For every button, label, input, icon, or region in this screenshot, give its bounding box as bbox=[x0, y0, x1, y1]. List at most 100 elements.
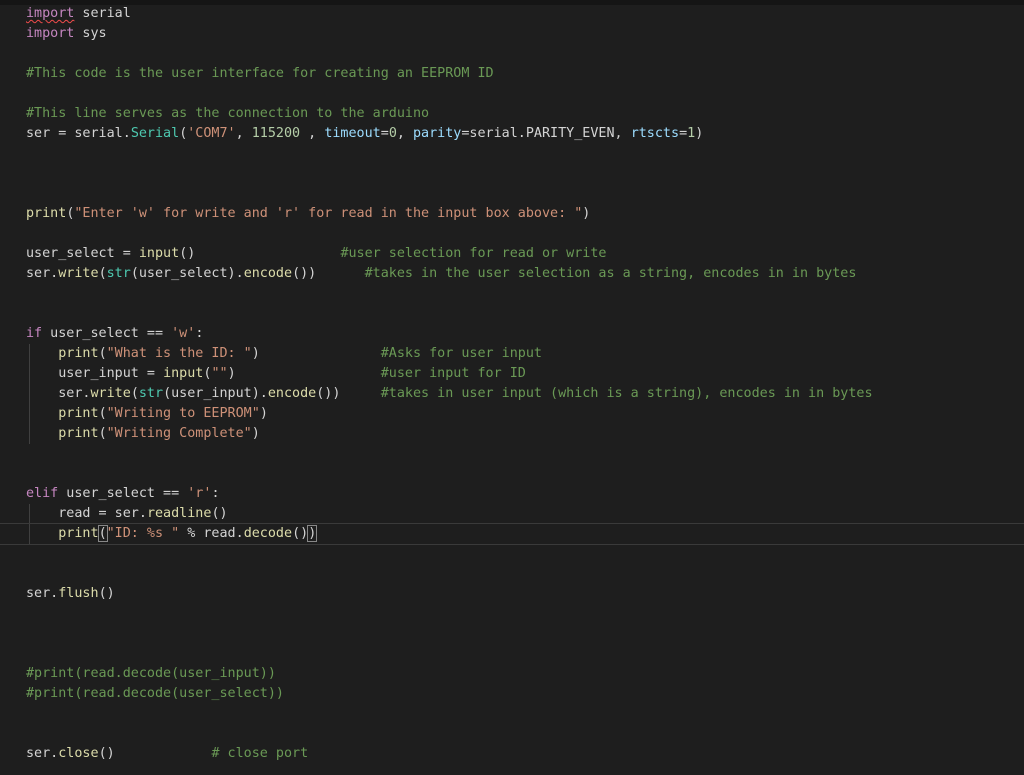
code-line[interactable] bbox=[26, 724, 1024, 744]
code-token: , bbox=[235, 126, 252, 141]
code-token: 0 bbox=[388, 126, 397, 141]
code-token: 1 bbox=[687, 126, 696, 141]
code-token: () bbox=[98, 746, 212, 761]
code-token: "Writing Complete" bbox=[106, 426, 252, 441]
code-line[interactable]: user_select = input() #user selection fo… bbox=[26, 244, 1024, 264]
code-token: ( bbox=[97, 525, 108, 542]
code-token: str bbox=[106, 266, 131, 281]
code-token: user_input = bbox=[58, 366, 164, 381]
code-token: # close port bbox=[211, 746, 309, 761]
code-token: 'COM7' bbox=[187, 126, 236, 141]
code-line[interactable]: ser.write(str(user_input).encode()) #tak… bbox=[26, 384, 1024, 404]
code-token: =serial.PARITY_EVEN, bbox=[461, 126, 631, 141]
code-token: = bbox=[679, 126, 688, 141]
code-line[interactable]: print("Writing Complete") bbox=[26, 424, 1024, 444]
code-line[interactable] bbox=[26, 644, 1024, 664]
code-token: readline bbox=[146, 506, 212, 521]
code-token: ( bbox=[130, 386, 139, 401]
code-line[interactable] bbox=[26, 164, 1024, 184]
code-line-active[interactable]: print("ID: %s " % read.decode()) bbox=[0, 523, 1024, 545]
code-token: 115200 bbox=[251, 126, 301, 141]
code-line[interactable]: ser.write(str(user_select).encode()) #ta… bbox=[26, 264, 1024, 284]
code-line[interactable]: import sys bbox=[26, 24, 1024, 44]
code-line[interactable]: read = ser.readline() bbox=[26, 504, 1024, 524]
code-line[interactable] bbox=[26, 44, 1024, 64]
code-token: sys bbox=[74, 26, 107, 41]
code-token: ) bbox=[307, 525, 318, 542]
code-token: ser. bbox=[26, 746, 59, 761]
code-line[interactable]: #print(read.decode(user_input)) bbox=[26, 664, 1024, 684]
code-token: (user_input). bbox=[163, 386, 268, 401]
code-token: ) bbox=[582, 206, 591, 221]
code-token: user_select == bbox=[42, 326, 172, 341]
code-token: #print(read.decode(user_input)) bbox=[26, 666, 276, 681]
indent-guide bbox=[26, 504, 58, 524]
code-line[interactable] bbox=[26, 144, 1024, 164]
code-token: ) bbox=[227, 366, 381, 381]
code-line[interactable] bbox=[26, 564, 1024, 584]
code-token: ) bbox=[695, 126, 704, 141]
indent-guide bbox=[26, 384, 58, 404]
code-line[interactable] bbox=[26, 704, 1024, 724]
code-line[interactable]: import serial bbox=[26, 4, 1024, 24]
code-token: ) bbox=[251, 426, 260, 441]
code-line[interactable]: ser.flush() bbox=[26, 584, 1024, 604]
code-line[interactable]: print("Writing to EEPROM") bbox=[26, 404, 1024, 424]
code-line[interactable]: #This code is the user interface for cre… bbox=[26, 64, 1024, 84]
code-token: input bbox=[163, 366, 204, 381]
code-token: close bbox=[58, 746, 99, 761]
code-token: ( bbox=[98, 426, 107, 441]
code-line[interactable]: elif user_select == 'r': bbox=[26, 484, 1024, 504]
code-line[interactable]: print("Enter 'w' for write and 'r' for r… bbox=[26, 204, 1024, 224]
code-token: #user selection for read or write bbox=[340, 246, 607, 261]
code-token: ser. bbox=[58, 386, 91, 401]
code-line[interactable] bbox=[26, 444, 1024, 464]
code-line[interactable]: user_input = input("") #user input for I… bbox=[26, 364, 1024, 384]
code-token: () bbox=[179, 246, 341, 261]
code-token: write bbox=[58, 266, 99, 281]
code-token: "What is the ID: " bbox=[106, 346, 252, 361]
code-line[interactable]: #print(read.decode(user_select)) bbox=[26, 684, 1024, 704]
code-token: ( bbox=[98, 346, 107, 361]
code-token: print bbox=[26, 206, 67, 221]
code-line[interactable] bbox=[26, 304, 1024, 324]
code-token: ()) bbox=[316, 386, 381, 401]
code-token: : bbox=[195, 326, 204, 341]
code-token: elif bbox=[26, 486, 59, 501]
code-token: serial bbox=[74, 6, 131, 21]
indent-guide bbox=[26, 344, 58, 364]
code-token: Serial bbox=[130, 126, 180, 141]
indent-guide bbox=[26, 364, 58, 384]
code-token: , bbox=[300, 126, 325, 141]
code-line[interactable] bbox=[26, 604, 1024, 624]
code-line[interactable]: #This line serves as the connection to t… bbox=[26, 104, 1024, 124]
code-token: parity bbox=[413, 126, 462, 141]
code-editor[interactable]: import serial import sys #This code is the… bbox=[0, 0, 1024, 775]
code-line[interactable] bbox=[26, 84, 1024, 104]
code-line[interactable]: print("What is the ID: ") #Asks for user… bbox=[26, 344, 1024, 364]
code-line[interactable]: ser = serial.Serial('COM7', 115200 , tim… bbox=[26, 124, 1024, 144]
code-line[interactable] bbox=[26, 224, 1024, 244]
code-line[interactable]: ser.close() # close port bbox=[26, 744, 1024, 764]
code-token: ser. bbox=[26, 266, 59, 281]
code-token: import bbox=[26, 6, 75, 21]
code-token: print bbox=[58, 526, 99, 541]
text-cursor bbox=[316, 525, 318, 541]
code-token: "Writing to EEPROM" bbox=[106, 406, 260, 421]
code-line[interactable] bbox=[26, 184, 1024, 204]
code-line[interactable] bbox=[26, 624, 1024, 644]
code-token: 'w' bbox=[171, 326, 196, 341]
code-line[interactable] bbox=[26, 544, 1024, 564]
code-token: print bbox=[58, 426, 99, 441]
code-token: #takes in user input (which is a string)… bbox=[380, 386, 873, 401]
code-token: read = ser. bbox=[58, 506, 147, 521]
code-line[interactable]: if user_select == 'w': bbox=[26, 324, 1024, 344]
code-token: encode bbox=[267, 386, 317, 401]
code-token: "" bbox=[211, 366, 228, 381]
code-area[interactable]: import serial import sys #This code is the… bbox=[0, 4, 1024, 764]
code-token: #This line serves as the connection to t… bbox=[26, 106, 430, 121]
code-token: #takes in the user selection as a string… bbox=[364, 266, 857, 281]
code-token: rtscts bbox=[630, 126, 680, 141]
code-line[interactable] bbox=[26, 464, 1024, 484]
code-line[interactable] bbox=[26, 284, 1024, 304]
